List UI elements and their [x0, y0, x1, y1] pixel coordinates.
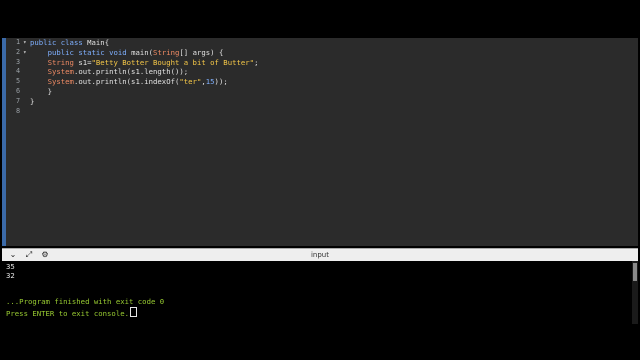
press-enter-prompt: Press ENTER to exit console. — [6, 307, 138, 318]
code-editor[interactable]: 1 ▾ 2 ▾ 3 4 5 6 7 8 public class Main{ pub… — [2, 38, 638, 246]
output-line: 32 — [6, 271, 15, 280]
console-toolbar: input ⌄ ⤢ ⚙ — [2, 249, 638, 261]
line-number: 8 — [16, 106, 21, 115]
code-text-area[interactable]: public class Main{ public static void ma… — [30, 38, 628, 246]
code-line-3[interactable]: String s1="Betty Botter Bought a bit of … — [30, 58, 628, 68]
output-line: 35 — [6, 262, 15, 271]
line-number-gutter: 1 ▾ 2 ▾ 3 4 5 6 7 8 — [6, 38, 27, 246]
settings-icon[interactable]: ⚙ — [40, 249, 50, 261]
code-line-7[interactable]: } — [30, 97, 628, 107]
fold-toggle-icon[interactable]: ▾ — [23, 48, 27, 58]
line-number: 4 — [16, 67, 21, 76]
editor-scrollbar[interactable] — [630, 38, 638, 246]
code-line-4[interactable]: System.out.println(s1.length()); — [30, 67, 628, 77]
line-number: 2 ▾ — [16, 47, 27, 58]
fold-toggle-icon[interactable]: ▾ — [23, 38, 27, 48]
console-output[interactable]: 35 32 ...Program finished with exit code… — [6, 262, 626, 324]
code-line-8[interactable] — [30, 107, 628, 117]
code-line-2[interactable]: public static void main(String[] args) { — [30, 48, 628, 58]
line-number: 5 — [16, 77, 21, 86]
line-number: 1 ▾ — [16, 38, 27, 48]
line-number: 7 — [16, 96, 21, 105]
line-number: 6 — [16, 86, 21, 95]
console-scrollbar[interactable] — [632, 261, 638, 324]
scrollbar-thumb[interactable] — [633, 263, 637, 281]
code-line-5[interactable]: System.out.println(s1.indexOf("ter",15))… — [30, 77, 628, 87]
console-title: input — [310, 251, 329, 259]
chevron-down-icon[interactable]: ⌄ — [8, 249, 18, 261]
console-panel: input ⌄ ⤢ ⚙ 35 32 ...Program finished wi… — [2, 248, 638, 324]
code-line-1[interactable]: public class Main{ — [30, 38, 628, 48]
text-cursor — [130, 307, 138, 317]
line-number: 3 — [16, 57, 21, 66]
exit-message: ...Program finished with exit code 0 — [6, 297, 165, 306]
expand-icon[interactable]: ⤢ — [24, 249, 34, 261]
code-line-6[interactable]: } — [30, 87, 628, 97]
